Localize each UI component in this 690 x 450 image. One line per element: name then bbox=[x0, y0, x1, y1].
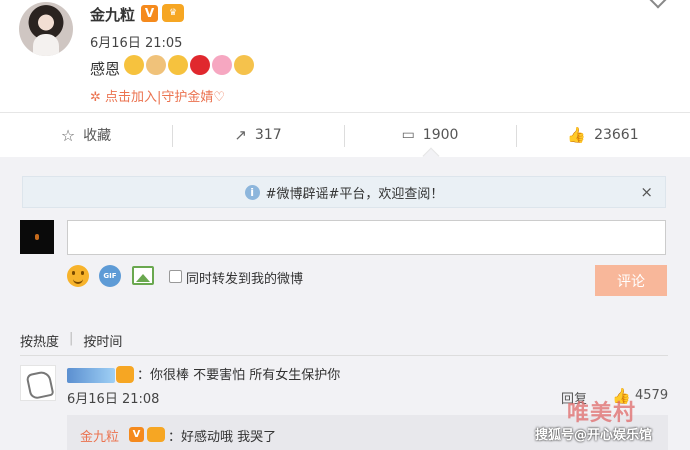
rumor-notice: i #微博辟谣#平台，欢迎查阅！ × bbox=[22, 176, 666, 208]
comment-timestamp: 6月16日 21:08 bbox=[67, 392, 160, 407]
author-avatar[interactable] bbox=[19, 2, 73, 56]
sort-bar: 按热度 | 按时间 bbox=[20, 331, 122, 350]
emoji-icon bbox=[124, 55, 144, 75]
repost-checkbox[interactable] bbox=[169, 270, 182, 283]
bunny-emoji-icon bbox=[212, 55, 232, 75]
chevron-down-icon[interactable] bbox=[649, 0, 667, 9]
forward-icon: ↗ bbox=[234, 126, 247, 144]
vip-badge-icon bbox=[147, 427, 165, 442]
action-bar: ☆ 收藏 ↗ 317 ▭ 1900 👍 23661 bbox=[0, 112, 690, 158]
commenter-avatar[interactable] bbox=[20, 365, 56, 401]
comment-count: 1900 bbox=[422, 127, 459, 143]
close-icon[interactable]: × bbox=[640, 183, 653, 201]
verified-badge-icon: V bbox=[141, 5, 158, 22]
like-count: 23661 bbox=[594, 127, 639, 143]
notice-text[interactable]: #微博辟谣#平台，欢迎查阅！ bbox=[266, 183, 444, 202]
watermark-source: 搜狐号@开心娱乐馆 bbox=[535, 428, 653, 443]
verified-badge-icon: V bbox=[129, 427, 144, 442]
reply-text: ：好感动哦 我哭了 bbox=[168, 430, 277, 445]
submit-comment-button[interactable]: 评论 bbox=[595, 265, 667, 296]
repost-label[interactable]: 同时转发到我的微博 bbox=[186, 268, 303, 287]
commenter-name-redacted[interactable] bbox=[67, 368, 115, 383]
star-icon: ☆ bbox=[60, 125, 76, 145]
forward-button[interactable]: ↗ 317 bbox=[172, 113, 344, 157]
comment-input[interactable] bbox=[67, 220, 666, 255]
like-button[interactable]: 👍 23661 bbox=[516, 113, 690, 157]
emoji-picker-icon[interactable] bbox=[67, 265, 89, 287]
heart-emoji-icon bbox=[190, 55, 210, 75]
sort-hot-tab[interactable]: 按热度 bbox=[20, 331, 59, 350]
favorite-button[interactable]: ☆ 收藏 bbox=[0, 113, 172, 157]
comment-like-count: 4579 bbox=[635, 388, 669, 403]
comment-text: ：你很棒 不要害怕 所有女生保护你 bbox=[137, 368, 341, 383]
post-text: 感恩 bbox=[90, 60, 121, 78]
favorite-label: 收藏 bbox=[83, 128, 112, 144]
divider bbox=[20, 355, 668, 356]
forward-count: 317 bbox=[254, 127, 282, 143]
weibo-post: 金九粒 V ♛ 6月16日 21:05 感恩 ✲ 点击加入|守护金婧♡ bbox=[0, 0, 690, 112]
current-user-avatar bbox=[20, 220, 54, 254]
post-timestamp[interactable]: 6月16日 21:05 bbox=[90, 32, 182, 51]
reply-author-name[interactable]: 金九粒 bbox=[80, 426, 119, 445]
vip-badge-icon bbox=[116, 366, 134, 383]
sort-time-tab[interactable]: 按时间 bbox=[83, 331, 122, 350]
sort-divider: | bbox=[69, 331, 74, 346]
topic-link[interactable]: ✲ 点击加入|守护金婧♡ bbox=[90, 86, 225, 105]
emoji-icon bbox=[168, 55, 188, 75]
clap-emoji-icon bbox=[234, 55, 254, 75]
gif-icon[interactable]: GIF bbox=[99, 265, 121, 287]
image-upload-icon[interactable] bbox=[132, 266, 154, 285]
comment-icon: ▭ bbox=[401, 127, 415, 143]
vip-badge-icon: ♛ bbox=[162, 4, 184, 22]
emoji-row bbox=[124, 55, 254, 75]
author-name[interactable]: 金九粒 bbox=[90, 4, 135, 25]
info-icon: i bbox=[244, 184, 260, 200]
emoji-icon bbox=[146, 55, 166, 75]
thumbs-up-icon: 👍 bbox=[567, 126, 587, 144]
watermark-brand: 唯美村 bbox=[567, 401, 637, 426]
